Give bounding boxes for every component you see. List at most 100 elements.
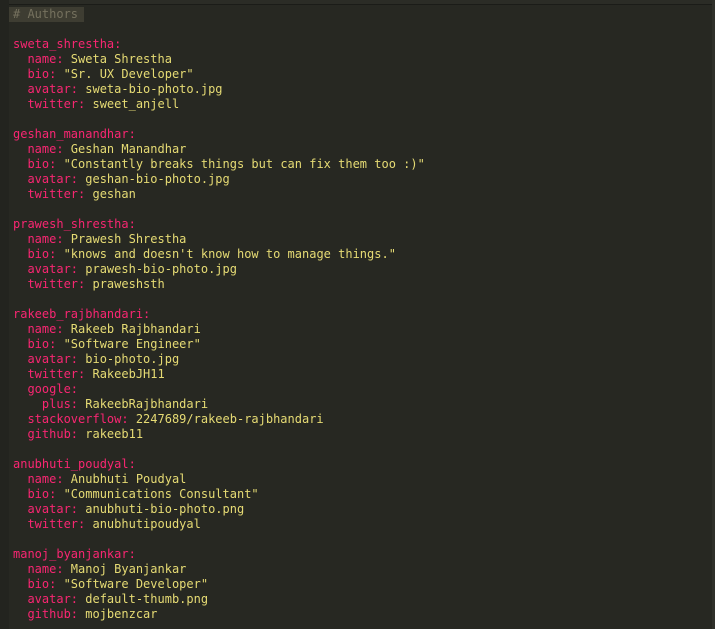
field-key: google: — [13, 382, 79, 396]
code-editor[interactable]: # Authors sweta_shrestha: name: Sweta Sh… — [0, 0, 715, 629]
field-value: anubhutipoudyal — [85, 517, 201, 531]
author-key: rakeeb_rajbhandari: — [13, 307, 151, 321]
field-line[interactable]: bio: "Software Engineer" — [13, 337, 709, 352]
field-line[interactable]: stackoverflow: 2247689/rakeeb-rajbhandar… — [13, 412, 709, 427]
author-key: prawesh_shrestha: — [13, 217, 136, 231]
field-value: Rakeeb Rajbhandari — [63, 322, 201, 336]
field-line[interactable]: bio: "knows and doesn't know how to mana… — [13, 247, 709, 262]
blank-line[interactable] — [13, 532, 709, 547]
field-value: sweta-bio-photo.jpg — [78, 82, 223, 96]
field-line[interactable]: avatar: bio-photo.jpg — [13, 352, 709, 367]
field-line[interactable]: name: Rakeeb Rajbhandari — [13, 322, 709, 337]
field-key: bio: — [13, 247, 57, 261]
field-value: Sweta Shrestha — [63, 52, 172, 66]
author-key-line[interactable]: anubhuti_poudyal: — [13, 457, 709, 472]
field-key: bio: — [13, 337, 57, 351]
field-value: mojbenzcar — [78, 607, 158, 621]
field-key: twitter: — [13, 277, 86, 291]
field-key: avatar: — [13, 502, 79, 516]
blank-line[interactable] — [13, 292, 709, 307]
field-value: Geshan Manandhar — [63, 142, 187, 156]
author-key-line[interactable]: manoj_byanjankar: — [13, 547, 709, 562]
field-line[interactable]: bio: "Constantly breaks things but can f… — [13, 157, 709, 172]
field-key: name: — [13, 562, 64, 576]
field-line[interactable]: avatar: anubhuti-bio-photo.png — [13, 502, 709, 517]
field-value: sweet_anjell — [85, 97, 180, 111]
field-line[interactable]: name: Geshan Manandhar — [13, 142, 709, 157]
field-value: bio-photo.jpg — [78, 352, 180, 366]
editor-top-border — [0, 0, 715, 5]
field-line[interactable]: github: mojbenzcar — [13, 607, 709, 622]
field-key: name: — [13, 322, 64, 336]
author-key-line[interactable]: rakeeb_rajbhandari: — [13, 307, 709, 322]
field-key: name: — [13, 142, 64, 156]
field-key: twitter: — [13, 187, 86, 201]
field-line[interactable]: avatar: geshan-bio-photo.jpg — [13, 172, 709, 187]
field-value: "Communications Consultant" — [56, 487, 259, 501]
field-value: 2247689/rakeeb-rajbhandari — [128, 412, 324, 426]
blank-line[interactable] — [13, 112, 709, 127]
comment-text: # Authors — [9, 7, 85, 22]
author-key: sweta_shrestha: — [13, 37, 122, 51]
field-value: Prawesh Shrestha — [63, 232, 187, 246]
field-line[interactable]: bio: "Sr. UX Developer" — [13, 67, 709, 82]
field-value: "Software Developer" — [56, 577, 209, 591]
author-key-line[interactable]: sweta_shrestha: — [13, 37, 709, 52]
field-line[interactable]: bio: "Communications Consultant" — [13, 487, 709, 502]
field-line[interactable]: avatar: default-thumb.png — [13, 592, 709, 607]
field-line[interactable]: avatar: prawesh-bio-photo.jpg — [13, 262, 709, 277]
code-area[interactable]: # Authors sweta_shrestha: name: Sweta Sh… — [9, 7, 709, 629]
field-line[interactable]: twitter: anubhutipoudyal — [13, 517, 709, 532]
field-line[interactable]: name: Sweta Shrestha — [13, 52, 709, 67]
blank-line[interactable] — [13, 202, 709, 217]
field-key: avatar: — [13, 82, 79, 96]
field-value: Manoj Byanjankar — [63, 562, 187, 576]
field-line[interactable]: name: Manoj Byanjankar — [13, 562, 709, 577]
field-line[interactable]: name: Prawesh Shrestha — [13, 232, 709, 247]
field-value: RakeebJH11 — [85, 367, 165, 381]
field-key: github: — [13, 427, 79, 441]
field-value: anubhuti-bio-photo.png — [78, 502, 245, 516]
field-line[interactable]: google: — [13, 382, 709, 397]
field-line[interactable]: bio: "Software Developer" — [13, 577, 709, 592]
field-value: RakeebRajbhandari — [78, 397, 209, 411]
editor-gutter — [0, 0, 9, 629]
field-value: rakeeb11 — [78, 427, 144, 441]
author-key: anubhuti_poudyal: — [13, 457, 136, 471]
field-key: bio: — [13, 577, 57, 591]
field-value: geshan-bio-photo.jpg — [78, 172, 230, 186]
field-value: geshan — [85, 187, 136, 201]
field-key: name: — [13, 232, 64, 246]
field-value: "knows and doesn't know how to manage th… — [56, 247, 396, 261]
field-line[interactable]: twitter: RakeebJH11 — [13, 367, 709, 382]
field-value: Anubhuti Poudyal — [63, 472, 187, 486]
author-key-line[interactable]: geshan_manandhar: — [13, 127, 709, 142]
field-key: bio: — [13, 157, 57, 171]
field-key: name: — [13, 52, 64, 66]
blank-line[interactable] — [13, 442, 709, 457]
field-key: avatar: — [13, 592, 79, 606]
author-key-line[interactable]: prawesh_shrestha: — [13, 217, 709, 232]
field-line[interactable]: twitter: sweet_anjell — [13, 97, 709, 112]
comment-line[interactable]: # Authors — [9, 7, 709, 22]
field-value: default-thumb.png — [78, 592, 209, 606]
field-value: "Constantly breaks things but can fix th… — [56, 157, 425, 171]
field-line[interactable]: twitter: praweshsth — [13, 277, 709, 292]
field-key: avatar: — [13, 172, 79, 186]
field-value: "Software Engineer" — [56, 337, 201, 351]
field-line[interactable]: github: rakeeb11 — [13, 427, 709, 442]
field-line[interactable]: twitter: geshan — [13, 187, 709, 202]
field-value: praweshsth — [85, 277, 165, 291]
field-key: twitter: — [13, 517, 86, 531]
field-key: twitter: — [13, 97, 86, 111]
author-key: manoj_byanjankar: — [13, 547, 136, 561]
field-key: twitter: — [13, 367, 86, 381]
field-line[interactable]: name: Anubhuti Poudyal — [13, 472, 709, 487]
field-key: bio: — [13, 67, 57, 81]
field-key: plus: — [13, 397, 79, 411]
author-key: geshan_manandhar: — [13, 127, 136, 141]
field-line[interactable]: plus: RakeebRajbhandari — [13, 397, 709, 412]
field-key: name: — [13, 472, 64, 486]
field-line[interactable]: avatar: sweta-bio-photo.jpg — [13, 82, 709, 97]
blank-line[interactable] — [13, 22, 709, 37]
